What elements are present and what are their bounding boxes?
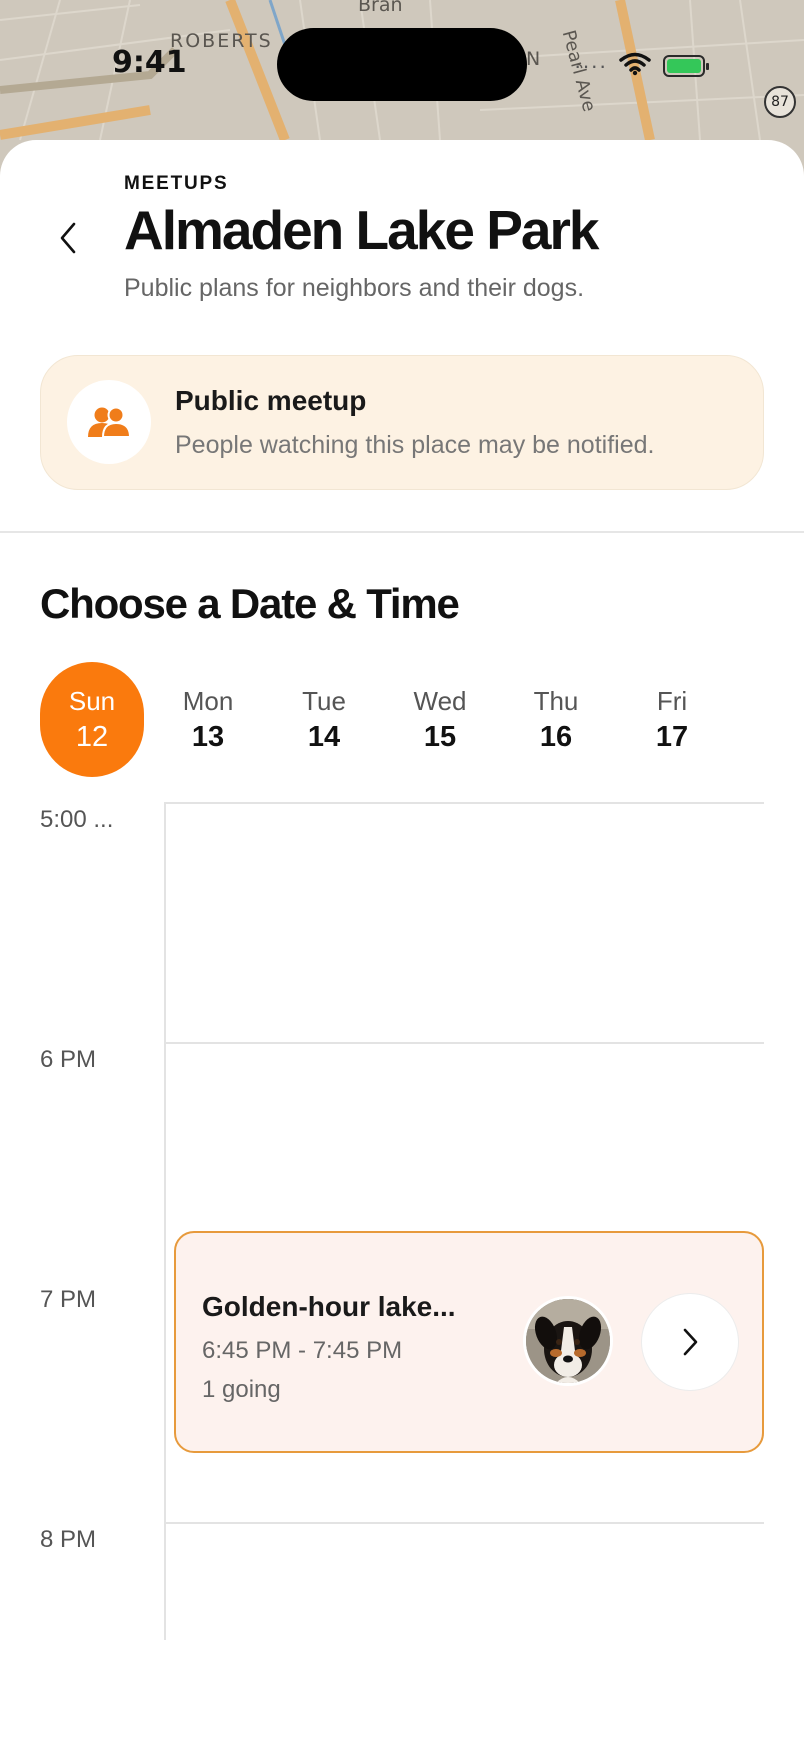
day-wed-15[interactable]: Wed 15 [388,662,492,777]
day-number: 13 [191,721,225,753]
people-icon [67,380,151,464]
page-title: Almaden Lake Park [124,199,599,261]
day-name: Mon [182,686,234,716]
map-label-n: N [526,48,541,70]
dog-avatar [523,1296,613,1386]
status-icons: ···· [574,52,710,81]
battery-icon [663,55,710,77]
hour-line [164,1042,764,1044]
day-number: 17 [655,721,689,753]
map-label-bran: Bran [358,0,403,16]
day-number: 12 [75,721,109,753]
back-button[interactable] [48,214,88,262]
page-subtitle: Public plans for neighbors and their dog… [124,274,585,302]
chevron-right-icon [683,1328,698,1356]
day-tue-14[interactable]: Tue 14 [272,662,376,777]
wifi-icon [619,52,652,81]
divider [0,531,804,533]
day-name: Wed [413,686,467,716]
dynamic-island [277,28,527,101]
status-time: 9:41 [112,45,187,80]
day-name: Tue [302,686,346,716]
hour-line [164,802,764,804]
notice-title: Public meetup [175,385,367,416]
day-thu-16[interactable]: Thu 16 [504,662,608,777]
open-event-button[interactable] [641,1293,739,1391]
day-number: 14 [307,721,341,753]
day-mon-13[interactable]: Mon 13 [156,662,260,777]
section-eyebrow: MEETUPS [124,173,229,194]
timeline-axis [164,802,166,1640]
meetup-event-card[interactable]: Golden-hour lake... 6:45 PM - 7:45 PM 1 … [174,1231,764,1453]
event-title: Golden-hour lake... [202,1291,456,1322]
day-name: Fri [656,686,688,716]
time-label: 8 PM [40,1526,97,1553]
signal-icon: ···· [574,53,608,78]
time-label: 6 PM [40,1046,97,1073]
day-number: 15 [423,721,457,753]
chevron-left-icon [60,222,76,254]
route-shield: 87 [764,86,796,118]
schedule-title: Choose a Date & Time [40,580,460,627]
day-name: Sun [68,686,116,716]
event-attendees: 1 going [202,1376,281,1403]
time-label: 5:00 ... [40,806,114,833]
time-label: 7 PM [40,1286,97,1313]
hour-line [164,1522,764,1524]
public-meetup-notice: Public meetup People watching this place… [40,355,764,490]
notice-text: People watching this place may be notifi… [175,431,655,459]
day-name: Thu [533,686,579,716]
day-sun-12[interactable]: Sun 12 [40,662,144,777]
day-fri-17[interactable]: Fri 17 [620,662,724,777]
day-number: 16 [539,721,573,753]
event-time: 6:45 PM - 7:45 PM [202,1337,403,1364]
